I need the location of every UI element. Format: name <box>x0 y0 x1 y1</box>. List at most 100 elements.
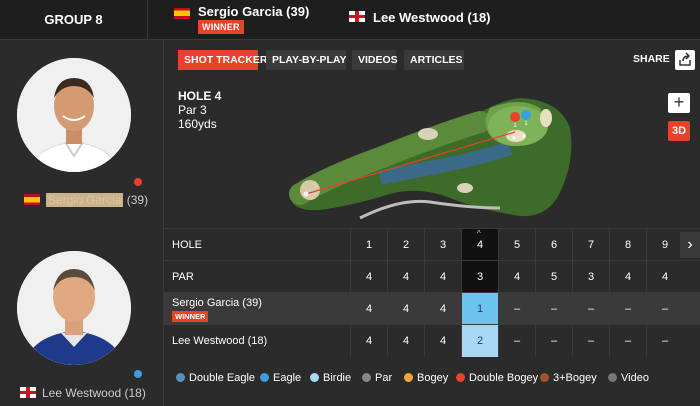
legend-label: Double Eagle <box>189 372 256 384</box>
legend-label: Video <box>621 372 649 384</box>
legend-label: Bogey <box>417 372 449 384</box>
current-hole-caret-icon: ^ <box>477 229 481 238</box>
tab-play-by-play[interactable]: PLAY-BY-PLAY <box>266 50 347 70</box>
triple-bogey-dot-icon <box>540 373 549 382</box>
player1-avatar[interactable] <box>17 58 131 172</box>
double-eagle-dot-icon <box>176 373 185 382</box>
double-bogey-dot-icon <box>456 373 465 382</box>
legend-label: Birdie <box>323 372 352 384</box>
spain-flag-icon <box>174 8 190 19</box>
video-dot-icon <box>608 373 617 382</box>
hole-cell[interactable]: 7 <box>572 229 609 261</box>
legend-label: Double Bogey <box>469 372 539 384</box>
hole-info: HOLE 4 Par 3 160yds <box>178 89 221 131</box>
group-label: GROUP 8 <box>0 0 148 40</box>
next-holes-button[interactable]: › <box>680 232 700 258</box>
score-cell: – <box>498 293 535 325</box>
legend-label: Eagle <box>273 372 302 384</box>
score-cell: 4 <box>350 293 387 325</box>
score-cell: – <box>646 325 683 357</box>
score-cell: 4 <box>424 293 461 325</box>
birdie-dot-icon <box>310 373 319 382</box>
tab-shot-tracker[interactable]: SHOT TRACKER <box>178 50 267 70</box>
par-dot-icon <box>362 373 371 382</box>
par-cell: 4 <box>498 261 535 293</box>
hole-yards: 160yds <box>178 117 217 131</box>
score-cell: – <box>646 293 683 325</box>
player2-caption-name: Lee Westwood <box>42 386 122 400</box>
legend-item: Bogey <box>404 372 448 384</box>
hole-map[interactable]: 1 1 <box>270 78 590 228</box>
legend-item: Double Bogey <box>456 372 538 384</box>
player2-score-row: Lee Westwood (18) 4 4 4 2 – – – – – <box>164 324 700 357</box>
legend-label: Par <box>375 372 393 384</box>
player1-caption: Sergio Garcia (39) <box>24 193 148 207</box>
spain-flag-icon <box>24 194 40 205</box>
player-sidebar: Sergio Garcia (39) Lee Westwood (18) <box>0 41 164 406</box>
score-cell-birdie: 2 <box>461 325 498 357</box>
legend-item: 3+Bogey <box>540 372 597 384</box>
player1-score-row: Sergio Garcia (39) WINNER 4 4 4 1 – – – … <box>164 292 700 325</box>
par-cell: 4 <box>350 261 387 293</box>
player2-status-dot <box>134 370 142 378</box>
hole-cell[interactable]: 6 <box>535 229 572 261</box>
hole-row-label: HOLE <box>172 239 202 251</box>
legend-item: Birdie <box>310 372 351 384</box>
zoom-in-button[interactable]: + <box>668 93 690 113</box>
score-cell: – <box>535 293 572 325</box>
view-3d-button[interactable]: 3D <box>668 121 690 141</box>
hole-par: Par 3 <box>178 103 207 117</box>
par-cell-current: 3 <box>461 261 498 293</box>
score-cell: 4 <box>424 325 461 357</box>
legend-item: Video <box>608 372 649 384</box>
england-flag-icon <box>20 387 36 398</box>
bogey-dot-icon <box>404 373 413 382</box>
player2-caption-rank: (18) <box>124 386 146 400</box>
hole-row: HOLE 1 2 3 4 5 6 7 8 9 <box>164 228 700 261</box>
tab-videos[interactable]: VIDEOS <box>352 50 398 70</box>
score-cell: – <box>609 293 646 325</box>
legend-label: 3+Bogey <box>553 372 597 384</box>
top-bar: GROUP 8 Sergio Garcia (39) WINNER Lee We… <box>0 0 700 40</box>
par-cell: 5 <box>535 261 572 293</box>
legend-item: Double Eagle <box>176 372 255 384</box>
player1-name: Sergio Garcia (39) <box>198 4 310 19</box>
tab-articles[interactable]: ARTICLES <box>404 50 464 70</box>
legend-item: Par <box>362 372 392 384</box>
hole-number: HOLE 4 <box>178 89 222 103</box>
par-row: PAR 4 4 4 3 4 5 3 4 4 <box>164 260 700 293</box>
eagle-dot-icon <box>260 373 269 382</box>
england-flag-icon <box>349 11 365 22</box>
player2-name: Lee Westwood (18) <box>373 10 491 25</box>
hole-cell[interactable]: 3 <box>424 229 461 261</box>
hole-cell[interactable]: 9 <box>646 229 683 261</box>
par-cell: 4 <box>387 261 424 293</box>
score-cell: – <box>498 325 535 357</box>
par-cell: 4 <box>424 261 461 293</box>
hole-cell[interactable]: 5 <box>498 229 535 261</box>
share-button[interactable] <box>675 50 695 70</box>
hole-cell[interactable]: 2 <box>387 229 424 261</box>
player1-row-label: Sergio Garcia (39) <box>172 297 262 309</box>
player2-row-label: Lee Westwood (18) <box>172 335 268 347</box>
winner-badge-small: WINNER <box>172 311 209 322</box>
scorecard-app: GROUP 8 Sergio Garcia (39) WINNER Lee We… <box>0 0 700 406</box>
player2-caption: Lee Westwood (18) <box>20 386 146 400</box>
score-cell: – <box>609 325 646 357</box>
share-label[interactable]: SHARE <box>633 53 670 65</box>
scorecard-table: HOLE 1 2 3 4 5 6 7 8 9 PAR 4 4 4 3 4 5 3… <box>164 228 700 357</box>
score-cell-eagle: 1 <box>461 293 498 325</box>
score-cell: 4 <box>350 325 387 357</box>
hole-cell[interactable]: 1 <box>350 229 387 261</box>
score-cell: – <box>535 325 572 357</box>
player2-avatar[interactable] <box>17 251 131 365</box>
legend-item: Eagle <box>260 372 301 384</box>
share-icon <box>679 52 691 66</box>
par-cell: 3 <box>572 261 609 293</box>
par-cell: 4 <box>609 261 646 293</box>
hole-cell[interactable]: 8 <box>609 229 646 261</box>
score-cell: – <box>572 325 609 357</box>
score-cell: 4 <box>387 293 424 325</box>
par-cell: 4 <box>646 261 683 293</box>
winner-badge: WINNER <box>198 20 244 34</box>
